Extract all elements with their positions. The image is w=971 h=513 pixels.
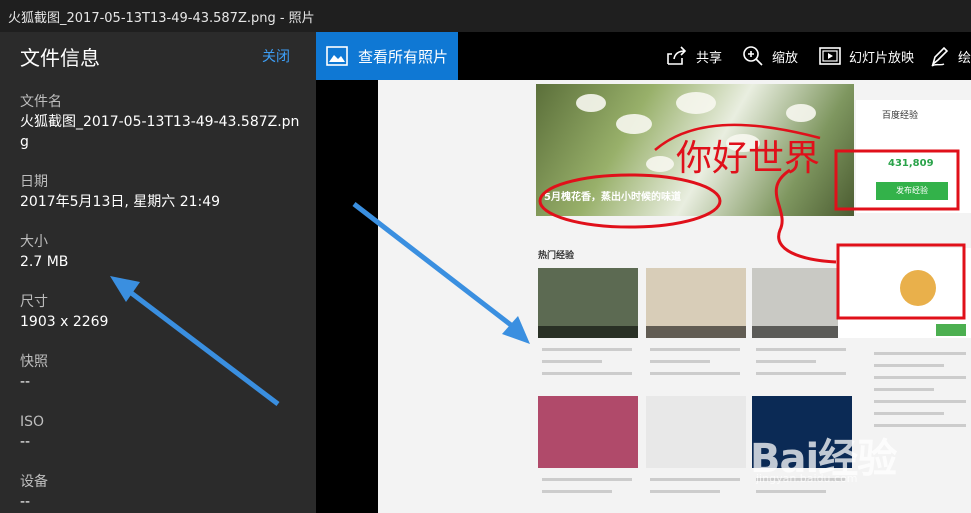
slideshow-icon (819, 47, 841, 65)
thumbnail-caption (538, 326, 638, 338)
article-lines (542, 348, 632, 384)
file-info-panel: 文件信息 关闭 文件名 火狐截图_2017-05-13T13-49-43.587… (0, 32, 316, 513)
slideshow-label: 幻灯片放映 (849, 50, 915, 66)
field-label: 大小 (20, 234, 48, 250)
thumbnail-caption (646, 326, 746, 338)
close-button[interactable]: 关闭 (262, 46, 290, 66)
baidu-jingyan-card: 百度经验 431,809 发布经验 (856, 100, 971, 213)
user-card-button (936, 324, 966, 336)
field-size: 大小 2.7 MB (20, 232, 306, 272)
field-filename: 文件名 火狐截图_2017-05-13T13-49-43.587Z.png (20, 92, 306, 152)
field-label: 设备 (20, 474, 48, 490)
section-title: 热门经验 (538, 251, 575, 261)
field-value: 2.7 MB (20, 254, 69, 270)
window-title: 火狐截图_2017-05-13T13-49-43.587Z.png - 照片 (8, 11, 315, 26)
article-lines (650, 348, 740, 384)
title-bar: 火狐截图_2017-05-13T13-49-43.587Z.png - 照片 (0, 0, 971, 32)
field-device: 设备 -- (20, 472, 306, 512)
field-snapshot: 快照 -- (20, 352, 306, 392)
view-all-photos-button[interactable]: 查看所有照片 (316, 32, 458, 80)
card-title: 百度经验 (882, 111, 919, 121)
watermark-url: jingyan.baidu.com (756, 472, 858, 485)
field-value: 2017年5月13日, 星期六 21:49 (20, 194, 221, 210)
field-value: -- (20, 434, 31, 450)
draw-button[interactable]: 绘 (930, 32, 971, 80)
thumbnail (538, 396, 638, 468)
banner-caption: 5月槐花香，蒸出小时候的味道 (544, 192, 681, 203)
zoom-icon (743, 46, 763, 66)
card-count: 431,809 (888, 158, 934, 169)
field-label: 文件名 (20, 94, 62, 110)
share-label: 共享 (696, 50, 723, 66)
banner-image: 5月槐花香，蒸出小时候的味道 (536, 84, 854, 216)
share-button[interactable]: 共享 (666, 32, 722, 80)
draw-label: 绘 (958, 50, 971, 66)
field-value: -- (20, 374, 31, 390)
article-lines (756, 348, 846, 384)
zoom-button[interactable]: 缩放 (742, 32, 798, 80)
field-dimensions: 尺寸 1903 x 2269 (20, 292, 306, 332)
thumbnail-caption (752, 326, 852, 338)
publish-button: 发布经验 (876, 182, 948, 200)
share-icon (667, 46, 687, 65)
sidebar-lines (874, 352, 966, 436)
zoom-label: 缩放 (772, 50, 799, 66)
field-date: 日期 2017年5月13日, 星期六 21:49 (20, 172, 306, 212)
field-label: 尺寸 (20, 294, 48, 310)
field-value: 火狐截图_2017-05-13T13-49-43.587Z.png (20, 114, 300, 150)
avatar (900, 270, 936, 306)
displayed-screenshot: 5月槐花香，蒸出小时候的味道 百度经验 431,809 发布经验 热门经验 Ba… (378, 80, 971, 513)
article-lines (542, 478, 632, 502)
field-label: 快照 (20, 354, 48, 370)
pen-icon (931, 46, 949, 67)
article-lines (650, 478, 740, 502)
field-value: 1903 x 2269 (20, 314, 109, 330)
photo-viewer[interactable]: 5月槐花香，蒸出小时候的味道 百度经验 431,809 发布经验 热门经验 Ba… (316, 80, 971, 513)
view-all-photos-label: 查看所有照片 (358, 47, 449, 66)
user-card (838, 248, 971, 338)
field-value: -- (20, 494, 31, 510)
file-info-title: 文件信息 (20, 46, 100, 70)
thumbnail (646, 396, 746, 468)
field-label: ISO (20, 414, 45, 430)
slideshow-button[interactable]: 幻灯片放映 (819, 32, 914, 80)
field-label: 日期 (20, 174, 48, 190)
app-toolbar: 查看所有照片 共享 缩放 幻灯片放映 绘 (316, 32, 971, 80)
photo-icon (326, 46, 348, 66)
field-iso: ISO -- (20, 412, 306, 452)
